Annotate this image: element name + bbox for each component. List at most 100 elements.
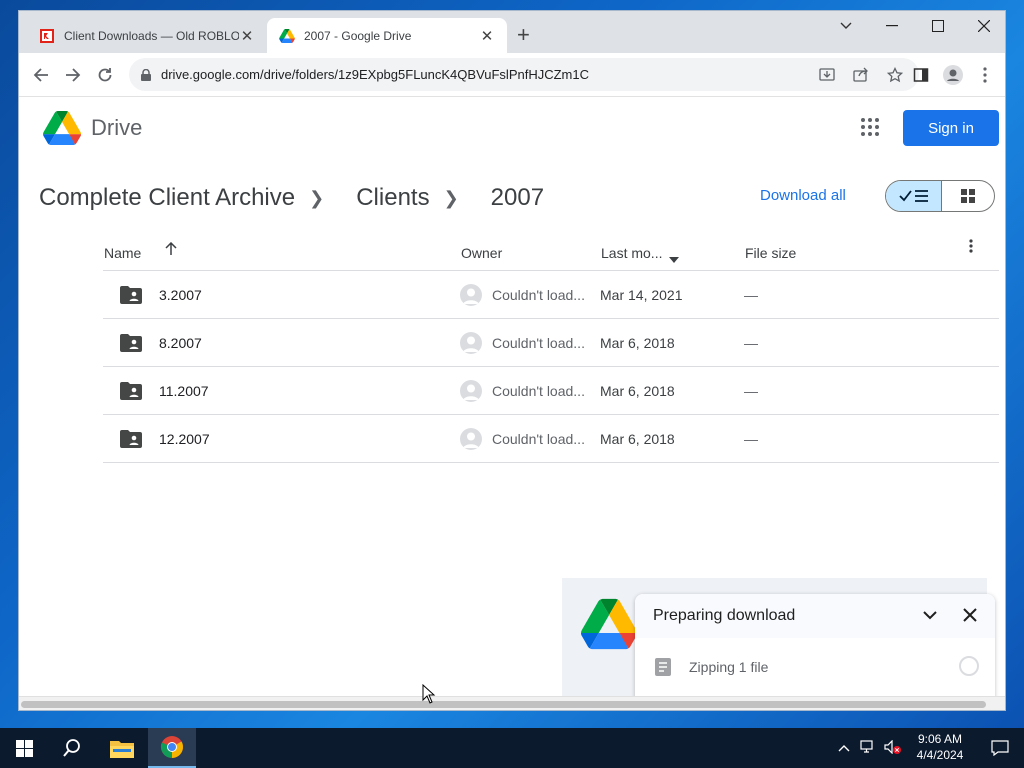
chrome-taskbar-icon[interactable]	[148, 728, 196, 768]
file-name: 8.2007	[159, 335, 202, 351]
table-row[interactable]: 11.2007 Couldn't load... Mar 6, 2018 —	[103, 367, 999, 415]
minimize-icon[interactable]	[869, 11, 915, 41]
drive-logo-icon	[581, 598, 637, 650]
collapse-chevron-icon[interactable]	[919, 604, 941, 626]
side-panel-icon[interactable]	[909, 63, 933, 87]
table-row[interactable]: 3.2007 Couldn't load... Mar 14, 2021 —	[103, 271, 999, 319]
chevron-right-icon: ❯	[309, 187, 325, 208]
menu-kebab-icon[interactable]	[973, 63, 997, 87]
owner-avatar-icon	[460, 332, 482, 354]
breadcrumb-item-clients[interactable]: Clients	[356, 184, 429, 212]
tab-google-drive[interactable]: 2007 - Google Drive ✕	[267, 18, 507, 53]
list-view-button[interactable]	[886, 181, 942, 211]
column-name[interactable]: Name	[104, 245, 141, 261]
browser-window: Client Downloads — Old ROBLOX ✕ 2007 - G…	[18, 10, 1006, 711]
search-icon[interactable]	[48, 728, 96, 768]
owner-avatar-icon	[460, 380, 482, 402]
download-panel-header: Preparing download	[635, 594, 995, 638]
table-row[interactable]: 12.2007 Couldn't load... Mar 6, 2018 —	[103, 415, 999, 463]
clock-date: 4/4/2024	[916, 748, 964, 762]
share-icon[interactable]	[851, 65, 871, 85]
google-apps-icon[interactable]	[861, 118, 881, 138]
shared-folder-icon	[120, 382, 142, 400]
tab-search-chevron-icon[interactable]	[823, 11, 869, 41]
mouse-cursor-icon	[422, 683, 436, 709]
modified-date: Mar 6, 2018	[600, 383, 675, 399]
sort-arrow-up-icon[interactable]	[165, 241, 177, 259]
system-tray	[838, 728, 902, 768]
reload-icon[interactable]	[93, 63, 117, 87]
breadcrumb-item-archive[interactable]: Complete Client Archive	[39, 184, 295, 212]
browser-toolbar: drive.google.com/drive/folders/1z9EXpbg5…	[19, 53, 1005, 97]
column-last-modified[interactable]: Last mo...	[601, 245, 662, 261]
grid-view-button[interactable]	[942, 181, 994, 211]
file-size: —	[744, 383, 758, 399]
download-all-button[interactable]: Download all	[760, 187, 846, 204]
drive-logo-text: Drive	[91, 115, 143, 140]
tab-client-downloads[interactable]: Client Downloads — Old ROBLOX ✕	[27, 18, 267, 53]
address-bar-actions	[817, 58, 919, 91]
clock-time: 9:06 AM	[917, 732, 963, 746]
column-owner[interactable]: Owner	[461, 245, 502, 261]
bookmark-star-icon[interactable]	[885, 65, 905, 85]
address-bar[interactable]: drive.google.com/drive/folders/1z9EXpbg5…	[129, 58, 919, 91]
drive-logo-icon	[43, 111, 81, 145]
file-table-header: Name Owner Last mo... File size	[103, 235, 999, 271]
file-size: —	[744, 287, 758, 303]
drive-page: Drive Sign in Complete Client Archive ❯ …	[19, 97, 1005, 696]
horizontal-scrollbar[interactable]	[19, 696, 1005, 710]
owner-text: Couldn't load...	[492, 335, 585, 351]
download-panel: Preparing download Zipping 1 file	[635, 594, 995, 696]
network-icon[interactable]	[860, 739, 876, 757]
close-window-icon[interactable]	[961, 11, 1005, 41]
clock[interactable]: 9:06 AM 4/4/2024	[912, 731, 968, 763]
url-text: drive.google.com/drive/folders/1z9EXpbg5…	[161, 67, 589, 82]
modified-date: Mar 6, 2018	[600, 335, 675, 351]
shared-folder-icon	[120, 430, 142, 448]
download-item-label: Zipping 1 file	[689, 659, 769, 675]
tab-close-icon[interactable]: ✕	[479, 27, 495, 45]
table-row[interactable]: 8.2007 Couldn't load... Mar 6, 2018 —	[103, 319, 999, 367]
more-options-icon[interactable]	[969, 239, 973, 256]
file-explorer-icon[interactable]	[98, 728, 146, 768]
breadcrumb: Complete Client Archive ❯ Clients ❯ 2007	[39, 181, 544, 215]
windows-start-icon[interactable]	[0, 728, 48, 768]
notification-center-icon[interactable]	[976, 728, 1024, 768]
roblox-favicon-icon	[39, 28, 55, 44]
taskbar: 9:06 AM 4/4/2024	[0, 728, 1024, 768]
chevron-right-icon: ❯	[443, 187, 459, 208]
owner-text: Couldn't load...	[492, 287, 585, 303]
modified-date: Mar 14, 2021	[600, 287, 683, 303]
install-icon[interactable]	[817, 65, 837, 85]
sign-in-button[interactable]: Sign in	[903, 110, 999, 146]
forward-icon[interactable]	[61, 63, 85, 87]
close-icon[interactable]	[959, 604, 981, 626]
tab-title: 2007 - Google Drive	[304, 28, 412, 43]
file-name: 11.2007	[159, 383, 209, 399]
column-file-size[interactable]: File size	[745, 245, 796, 261]
profile-avatar-icon[interactable]	[941, 63, 965, 87]
scrollbar-thumb[interactable]	[21, 701, 986, 708]
download-panel-title: Preparing download	[653, 607, 796, 624]
progress-spinner-icon	[959, 656, 979, 676]
check-list-icon	[898, 190, 928, 202]
view-toggle	[885, 180, 995, 212]
volume-muted-icon[interactable]	[884, 739, 902, 757]
new-tab-icon[interactable]: +	[517, 24, 530, 46]
drive-logo[interactable]: Drive	[43, 111, 142, 145]
modified-date: Mar 6, 2018	[600, 431, 675, 447]
owner-avatar-icon	[460, 284, 482, 306]
owner-text: Couldn't load...	[492, 431, 585, 447]
breadcrumb-item-current[interactable]: 2007	[491, 184, 544, 212]
maximize-icon[interactable]	[915, 11, 961, 41]
lock-icon[interactable]	[141, 68, 153, 81]
back-icon[interactable]	[29, 63, 53, 87]
tab-close-icon[interactable]: ✕	[239, 27, 255, 45]
sort-caret-down-icon[interactable]	[669, 250, 679, 266]
file-name: 3.2007	[159, 287, 202, 303]
show-hidden-icons-chevron-icon[interactable]	[838, 741, 850, 755]
file-size: —	[744, 335, 758, 351]
owner-avatar-icon	[460, 428, 482, 450]
shared-folder-icon	[120, 286, 142, 304]
owner-text: Couldn't load...	[492, 383, 585, 399]
